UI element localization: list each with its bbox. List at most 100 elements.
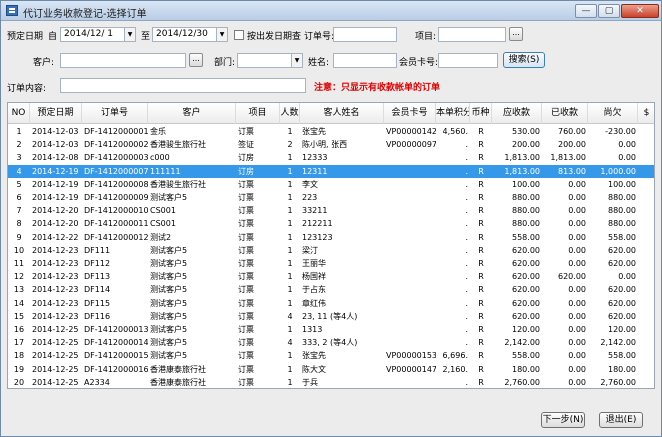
cell-due: 1,813.00 (504, 166, 540, 176)
cell-customer: 香港康泰旅行社 (150, 364, 206, 374)
cell-customer: 测试客户5 (150, 245, 188, 255)
cell-order: DF112 (84, 259, 111, 268)
member-card-input[interactable] (438, 53, 498, 68)
col-no[interactable]: NO (8, 103, 30, 124)
cell-cur: R (478, 259, 484, 268)
col-paid[interactable]: 已收款 (542, 103, 588, 124)
customer-input[interactable] (60, 53, 186, 68)
close-button[interactable]: ✕ (621, 4, 659, 18)
cell-no: 4 (16, 166, 22, 176)
cell-item: 订票 (238, 193, 254, 202)
col-card[interactable]: 会员卡号 (384, 103, 436, 124)
chevron-down-icon[interactable]: ▼ (291, 54, 302, 67)
cell-owe: 2,760.00 (600, 377, 636, 387)
calendar-dropdown-icon[interactable]: ▼ (124, 28, 135, 41)
order-no-input[interactable] (333, 27, 397, 42)
cell-paid: 0.00 (568, 298, 586, 308)
table-row[interactable]: 20 2014-12-25 A2334 香港康泰旅行社 订票 1 于兵. R 2,760.00 0… (8, 376, 654, 388)
table-row[interactable]: 14 2014-12-23 DF115 测试客户5 订票 1 章红伟. R 620.00 0.00… (8, 297, 654, 310)
name-input[interactable] (333, 53, 397, 68)
cell-points: . (465, 232, 468, 242)
next-button[interactable]: 下一步(N) (541, 412, 585, 428)
cell-due: 620.00 (512, 285, 540, 295)
cell-no: 9 (16, 232, 22, 242)
table-row[interactable]: 7 2014-12-20 DF-1412000010 CS001 订票 1 33211. R 8… (8, 204, 654, 217)
table-row[interactable]: 18 2014-12-25 DF-1412000015 测试客户5 订票 1 张宝先 VP00… (8, 349, 654, 362)
table-row[interactable]: 11 2014-12-23 DF112 测试客户5 订票 1 王丽华. R 620.00 0.00… (8, 257, 654, 270)
by-departure-checkbox[interactable] (234, 30, 244, 40)
table-row[interactable]: 12 2014-12-23 DF113 测试客户5 订票 1 杨国祥. R 620.00 620.… (8, 270, 654, 283)
col-date[interactable]: 预定日期 (30, 103, 82, 124)
cell-card (384, 204, 436, 217)
cell-no: 8 (16, 219, 22, 229)
cell-date: 2014-12-22 (32, 232, 79, 242)
col-guest[interactable]: 客人姓名 (300, 103, 384, 124)
col-due[interactable]: 应收款 (492, 103, 542, 124)
cell-due: 1,813.00 (504, 153, 540, 163)
table-row[interactable]: 15 2014-12-23 DF116 测试客户5 订票 4 23, 11 (等4人). R 6… (8, 310, 654, 323)
cell-pax: 1 (287, 298, 293, 308)
table-row[interactable]: 17 2014-12-25 DF-1412000014 测试客户5 订票 4 333, 2 … (8, 336, 654, 349)
cell-order: DF-1412000001 (84, 127, 148, 136)
cell-guest: 张宝先 (302, 351, 326, 361)
cell-paid: 1,813.00 (550, 153, 586, 163)
cell-customer: 测试客户5 (150, 351, 188, 361)
cell-cur: R (478, 338, 484, 348)
col-currency[interactable]: 币种 (470, 103, 492, 124)
col-owe[interactable]: 尚欠 (588, 103, 638, 124)
table-row[interactable]: 5 2014-12-19 DF-1412000008 香港骏生旅行社 订票 1 李文. R 10… (8, 178, 654, 191)
customer-browse-button[interactable]: ... (189, 53, 203, 67)
cell-no: 5 (16, 179, 22, 189)
dialog-window: 代订业务收款登记-选择订单 — ▢ ✕ 预定日期 自 2014/12/ 1 ▼ … (0, 0, 662, 437)
table-row[interactable]: 2 2014-12-03 DF-1412000002 香港骏生旅行社 签证 2 陈小明, 张… (8, 138, 654, 151)
table-row[interactable]: 3 2014-12-08 DF-1412000003 c000 订房 1 12333. R 1,… (8, 151, 654, 164)
cell-guest: 1313 (302, 325, 323, 334)
item-input[interactable] (438, 27, 506, 42)
table-row[interactable]: 8 2014-12-20 DF-1412000011 CS001 订票 1 212211. R… (8, 217, 654, 230)
search-button[interactable]: 搜索(S) (503, 52, 545, 68)
col-item[interactable]: 项目 (236, 103, 280, 124)
cell-owe: 0.00 (618, 140, 636, 150)
col-extra[interactable]: $ (638, 103, 654, 124)
maximize-button[interactable]: ▢ (598, 4, 620, 18)
col-order[interactable]: 订单号 (82, 103, 148, 124)
calendar-dropdown-icon[interactable]: ▼ (216, 28, 227, 41)
cell-item: 订票 (238, 127, 254, 136)
table-row[interactable]: 13 2014-12-23 DF114 测试客户5 订票 1 于占东. R 620.00 0.00… (8, 283, 654, 296)
cell-cur: R (478, 179, 484, 189)
cell-no: 18 (13, 351, 25, 361)
col-pax[interactable]: 人数 (280, 103, 300, 124)
table-row[interactable]: 6 2014-12-19 DF-1412000009 测试客户5 订票 1 223. R 880… (8, 191, 654, 204)
cell-date: 2014-12-23 (32, 298, 79, 308)
cell-pax: 1 (287, 232, 293, 242)
exit-button[interactable]: 退出(E) (599, 412, 643, 428)
order-table[interactable]: NO 预定日期 订单号 客户 项目 人数 客人姓名 会员卡号 本单积分 币种 应… (7, 102, 655, 389)
dept-select[interactable]: ▼ (237, 53, 303, 68)
date-from-label: 自 (48, 32, 58, 42)
cell-order: DF-1412000009 (84, 193, 148, 202)
table-row[interactable]: 10 2014-12-23 DF111 测试客户5 订票 1 梁汀. R 620.00 0.00 6… (8, 244, 654, 257)
cell-item: 订房 (238, 153, 254, 163)
cell-item: 订票 (238, 259, 254, 268)
cell-paid: 0.00 (568, 311, 586, 321)
date-from-picker[interactable]: 2014/12/ 1 ▼ (60, 27, 136, 42)
table-row[interactable]: 1 2014-12-03 DF-1412000001 金乐 订票 1 张宝先 VP000001… (8, 125, 654, 138)
col-points[interactable]: 本单积分 (436, 103, 470, 124)
cell-paid: 0.00 (568, 193, 586, 202)
table-row[interactable]: 9 2014-12-22 DF-1412000012 测试2 订票 1 123123. R 55… (8, 231, 654, 244)
table-row[interactable]: 16 2014-12-25 DF-1412000013 测试客户5 订票 1 1313. R 1… (8, 323, 654, 336)
table-row[interactable]: 4 2014-12-19 DF-1412000007 111111 订房 1 12311. R… (8, 164, 654, 178)
cell-paid: 0.00 (568, 259, 586, 268)
title-bar[interactable]: 代订业务收款登记-选择订单 — ▢ ✕ (1, 1, 661, 21)
content-input[interactable] (60, 78, 306, 93)
cell-paid: 0.00 (568, 245, 586, 255)
date-to-picker[interactable]: 2014/12/30 ▼ (152, 27, 228, 42)
table-row[interactable]: 19 2014-12-25 DF-1412000016 香港康泰旅行社 订票 1 陈大文 VP… (8, 363, 654, 376)
cell-date: 2014-12-19 (32, 193, 79, 202)
cell-card (384, 297, 436, 310)
item-browse-button[interactable]: ... (509, 27, 523, 41)
col-customer[interactable]: 客户 (148, 103, 236, 124)
cell-paid: 760.00 (558, 127, 586, 136)
minimize-button[interactable]: — (575, 4, 597, 18)
cell-cur: R (478, 219, 484, 229)
